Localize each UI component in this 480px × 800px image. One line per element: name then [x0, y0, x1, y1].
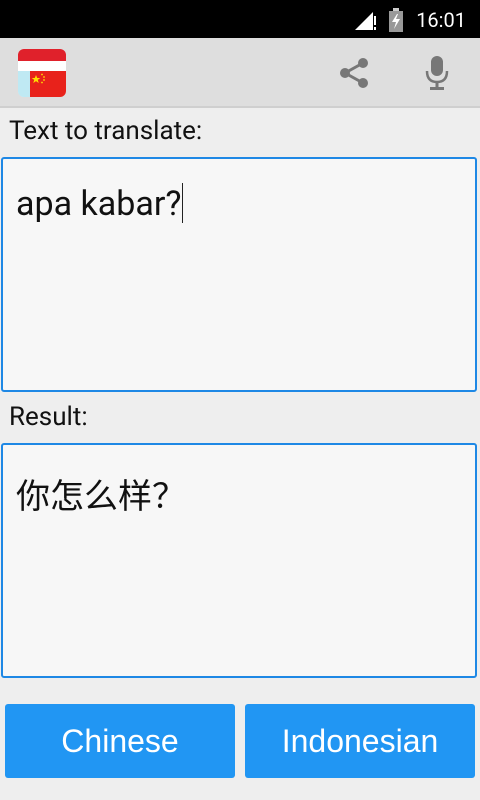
target-language-button[interactable]: Indonesian	[245, 704, 475, 778]
text-cursor	[182, 183, 184, 223]
source-language-button[interactable]: Chinese	[5, 704, 235, 778]
action-bar	[0, 38, 480, 108]
microphone-button[interactable]	[414, 52, 460, 98]
share-button[interactable]	[331, 52, 377, 98]
share-icon	[336, 55, 372, 95]
signal-icon	[355, 10, 377, 34]
microphone-icon	[423, 54, 451, 96]
result-text: 你怎么样？	[16, 477, 186, 517]
status-bar: 16:01	[0, 0, 480, 38]
translate-input-text: apa kabar?	[16, 184, 182, 224]
result-output[interactable]: 你怎么样？	[1, 443, 477, 678]
result-label: Result:	[9, 402, 88, 432]
status-time: 16:01	[416, 8, 466, 32]
indonesia-china-flag-icon[interactable]	[18, 49, 66, 97]
battery-icon	[389, 8, 403, 36]
translate-input[interactable]: apa kabar?	[1, 157, 477, 392]
input-label: Text to translate:	[9, 116, 203, 146]
